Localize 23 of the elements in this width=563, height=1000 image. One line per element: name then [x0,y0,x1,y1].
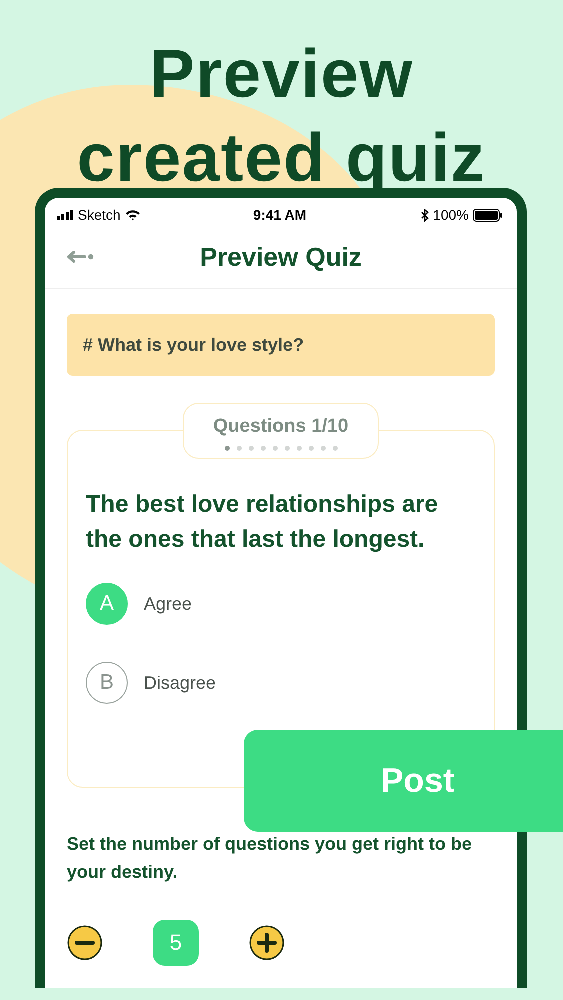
battery-percent: 100% [433,207,469,223]
clock: 9:41 AM [253,207,307,223]
carrier-label: Sketch [78,207,121,223]
back-arrow-icon[interactable] [67,251,95,263]
headline: Preview [148,35,415,114]
post-button[interactable]: Post [244,730,563,832]
option-letter[interactable]: B [86,662,128,704]
question-text: The best love relationships are the ones that last the longest. [86,490,440,555]
option-label[interactable]: Agree [144,594,192,614]
bluetooth-icon [421,208,430,222]
signal-icon [57,210,74,220]
option-letter[interactable]: A [86,583,128,625]
wifi-icon [124,209,141,221]
quiz-topic-banner: # What is your love style? [67,314,495,376]
plus-button[interactable] [249,925,285,961]
count-value: 5 [153,920,199,966]
headline: created quiz [76,119,487,198]
minus-button[interactable] [67,925,103,961]
battery-icon [472,208,503,222]
screen-title: Preview Quiz [200,242,362,272]
question-counter: Questions 1/10 [213,416,349,438]
instruction-text: Set the number of questions you get right to be your destiny. [67,833,474,884]
option-label[interactable]: Disagree [144,672,216,694]
